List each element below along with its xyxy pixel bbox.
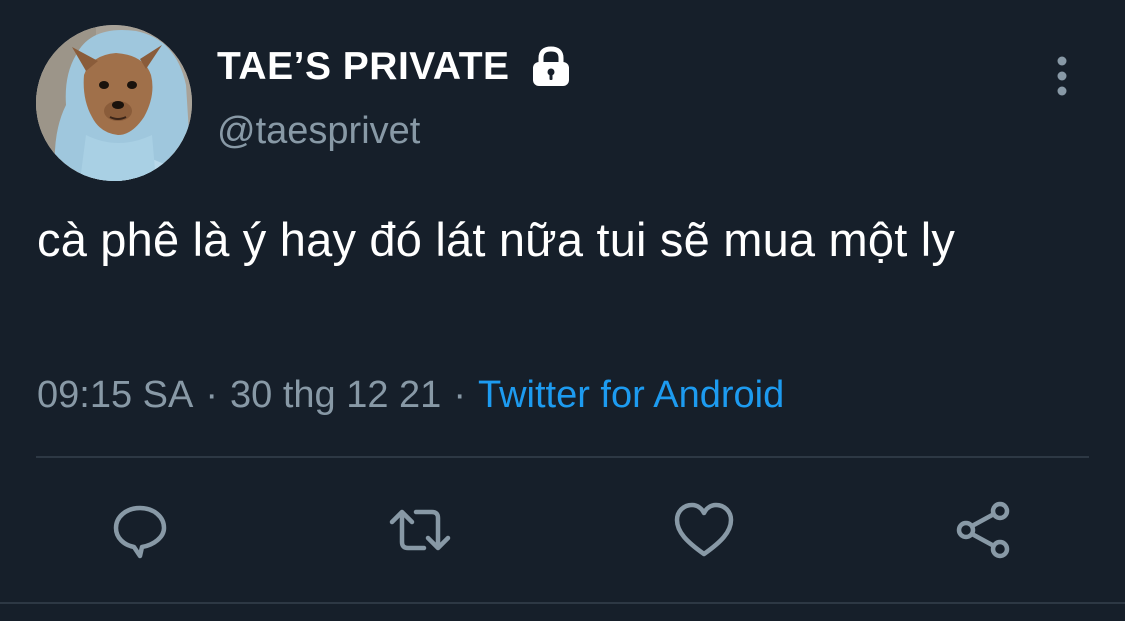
avatar[interactable] [36,25,192,181]
share-icon [956,501,1010,559]
author-display-name[interactable]: TAE’S PRIVATE [217,45,510,89]
author-handle[interactable]: @taesprivet [217,110,420,153]
bottom-divider [0,602,1125,604]
tweet-time: 09:15 SA [37,374,194,416]
tweet-date: 30 thg 12 21 [230,374,442,416]
reply-button[interactable] [108,498,172,562]
tweet-detail: TAE’S PRIVATE @taesprivet cà phê là ý ha… [0,0,1125,621]
meta-separator-2: · [453,374,466,416]
more-vertical-icon[interactable] [1046,52,1078,100]
dog-avatar-icon [36,25,192,181]
tweet-source-link[interactable]: Twitter for Android [478,374,784,417]
comment-icon [113,505,167,559]
tweet-text: cà phê là ý hay đó lát nữa tui sẽ mua mộ… [37,213,956,266]
lock-icon [532,46,569,86]
like-button[interactable] [672,498,736,562]
heart-icon [674,502,734,557]
retweet-button[interactable] [388,498,452,562]
share-button[interactable] [952,498,1016,562]
meta-separator: · [205,374,218,416]
retweet-icon [389,509,451,551]
tweet-actions-bar [0,498,1125,562]
divider [36,456,1089,458]
tweet-meta: 09:15 SA · 30 thg 12 21 · Twitter for An… [37,374,784,417]
author-name-row: TAE’S PRIVATE [217,42,572,92]
